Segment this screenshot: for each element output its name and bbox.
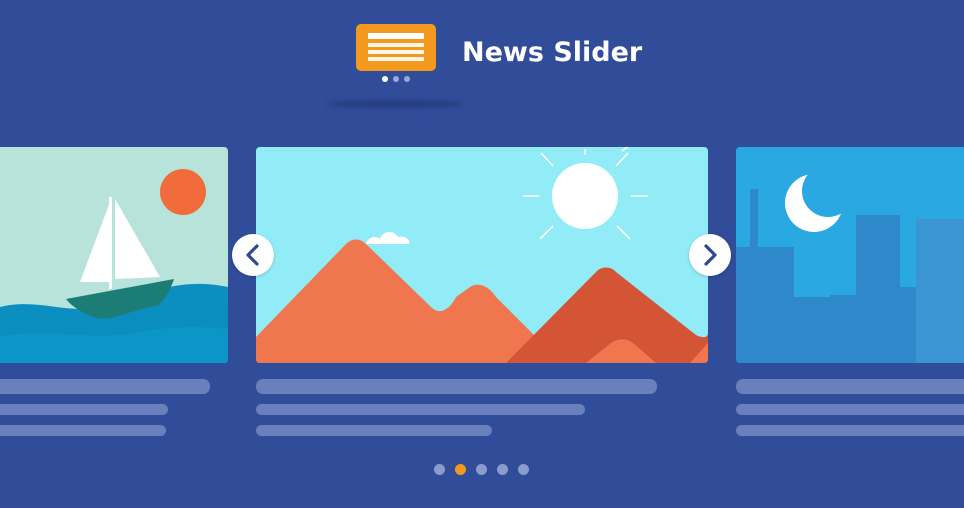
slide-image-mountains[interactable] <box>256 147 708 363</box>
slide-caption-line-center-3 <box>256 425 492 436</box>
slide-caption-line-left-1 <box>0 379 210 394</box>
chevron-left-icon <box>246 244 259 266</box>
logo-dots-icon <box>382 76 410 82</box>
slide-image-night-city[interactable] <box>736 147 964 363</box>
header: News Slider <box>0 0 964 120</box>
slide-caption-line-right-3 <box>736 425 964 436</box>
slide-caption-line-left-3 <box>0 425 166 436</box>
slide-caption-line-right-2 <box>736 404 964 415</box>
pagination-dots <box>434 464 530 476</box>
pagination-dot[interactable] <box>434 464 445 475</box>
prev-slide-button[interactable] <box>232 234 274 276</box>
pagination-dot[interactable] <box>476 464 487 475</box>
pagination-dot[interactable] <box>518 464 529 475</box>
slide-caption-line-left-2 <box>0 404 168 415</box>
slide-caption-line-center-2 <box>256 404 585 415</box>
page-title: News Slider <box>462 37 643 68</box>
slide-image-sailboat[interactable] <box>0 147 228 363</box>
chevron-right-icon <box>704 244 717 266</box>
slide-caption-line-center-1 <box>256 379 657 394</box>
logo-shadow <box>326 100 464 108</box>
slide-caption-line-right-1 <box>736 379 964 394</box>
pagination-dot[interactable] <box>497 464 508 475</box>
next-slide-button[interactable] <box>689 234 731 276</box>
pagination-dot[interactable] <box>455 464 466 475</box>
news-slider-logo-icon <box>356 24 436 71</box>
